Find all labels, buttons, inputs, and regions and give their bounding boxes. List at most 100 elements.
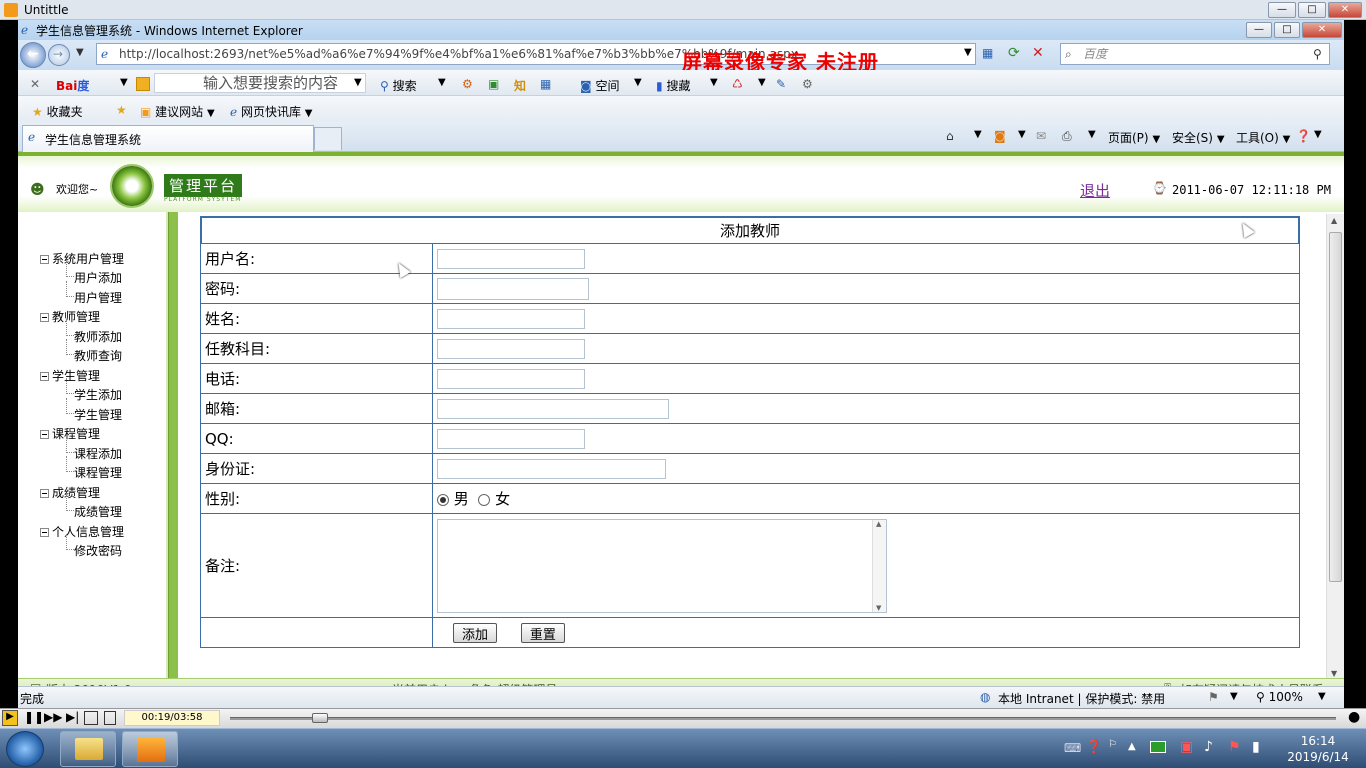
zoom-dropdown-icon[interactable]: ▼ (1318, 691, 1326, 702)
toolbar-calc-icon[interactable]: ▦ (540, 77, 551, 91)
ie-minimize-button[interactable]: — (1246, 22, 1272, 38)
keyboard-icon[interactable]: ⌨ (1064, 741, 1081, 755)
tray-flag-icon[interactable]: ⚑ (1228, 739, 1241, 755)
sidebar-item-course-manage[interactable]: 课程管理 (65, 456, 122, 481)
stop-icon[interactable]: ✕ (1032, 45, 1044, 61)
tray-volume-icon[interactable]: ♪ (1204, 739, 1213, 755)
tray-signal-icon[interactable]: ▮ (1252, 739, 1260, 755)
qq-input[interactable] (437, 428, 585, 449)
page-scrollbar[interactable]: ▲ ▼ (1326, 214, 1344, 680)
sidebar-divider[interactable] (168, 212, 178, 678)
compat-view-icon[interactable]: ▦ (982, 46, 993, 60)
toolbar-translate-icon[interactable]: ♺ (732, 77, 743, 91)
collapse-icon[interactable] (40, 528, 49, 537)
taskbar-recorder[interactable] (122, 731, 178, 767)
collapse-icon[interactable] (40, 430, 49, 439)
sidebar-group-system-users[interactable]: 系统用户管理 (40, 250, 124, 267)
help-dropdown-icon[interactable]: ▼ (1314, 129, 1322, 140)
tray-security-icon[interactable]: ▣ (1180, 739, 1193, 755)
mail-icon[interactable]: ✉ (1036, 129, 1046, 143)
subject-input[interactable] (437, 338, 585, 359)
refresh-icon[interactable]: ⟳ (1008, 45, 1020, 61)
address-dropdown-icon[interactable]: ▼ (964, 47, 972, 58)
scroll-up-icon[interactable]: ▲ (1331, 216, 1337, 225)
collapse-icon[interactable] (40, 489, 49, 498)
baidu-search-dropdown-icon[interactable]: ▼ (438, 77, 446, 88)
safety-menu[interactable]: 安全(S) ▼ (1172, 129, 1225, 146)
new-tab-button[interactable] (314, 127, 342, 150)
toolbar-close-icon[interactable]: ✕ (30, 77, 40, 91)
fast-forward-icon[interactable]: ▶▶ (44, 710, 62, 724)
sidebar-item-user-add[interactable]: 用户添加 (65, 261, 122, 286)
translate-dropdown-icon[interactable]: ▼ (758, 77, 766, 88)
collect-dropdown-icon[interactable]: ▼ (710, 77, 718, 88)
baidu-box-icon[interactable] (136, 77, 150, 91)
feeds-dropdown-icon[interactable]: ▼ (1018, 129, 1026, 140)
logout-link[interactable]: 退出 (1080, 180, 1110, 201)
gender-male-radio[interactable] (437, 493, 449, 506)
scroll-down-icon[interactable]: ▼ (1331, 669, 1337, 678)
protected-mode-icon[interactable]: ⚑ (1208, 690, 1219, 704)
minimize-button[interactable]: — (1268, 2, 1296, 18)
baidu-input-dropdown-icon[interactable]: ▼ (354, 77, 362, 88)
zone-text[interactable]: 本地 Intranet | 保护模式: 禁用 (998, 690, 1165, 707)
forward-icon[interactable]: → (48, 44, 70, 66)
pause-icon[interactable]: ❚❚ (24, 710, 44, 724)
toolbar-zhidao-icon[interactable]: 知 (514, 77, 526, 94)
sidebar-item-student-add[interactable]: 学生添加 (65, 378, 122, 403)
home-icon[interactable]: ⌂ (946, 129, 954, 143)
tray-help-icon[interactable]: ❓ (1086, 740, 1102, 755)
help-icon[interactable]: ❓ (1296, 129, 1311, 143)
sidebar-item-course-add[interactable]: 课程添加 (65, 437, 122, 462)
info-icon[interactable]: ● (1348, 709, 1360, 725)
tools-menu[interactable]: 工具(O) ▼ (1236, 129, 1290, 146)
pen-icon[interactable]: ✎ (776, 77, 786, 91)
play-icon[interactable]: ▶ (2, 710, 18, 726)
favorites-button[interactable]: ★ 收藏夹 (32, 103, 83, 120)
reset-button[interactable]: 重置 (520, 622, 565, 643)
taskbar-explorer[interactable] (60, 731, 116, 767)
add-button[interactable]: 添加 (453, 622, 498, 643)
baidu-logo-dropdown-icon[interactable]: ▼ (120, 77, 128, 88)
sidebar-group-profile[interactable]: 个人信息管理 (40, 523, 124, 540)
gender-female-label[interactable]: 女 (495, 490, 510, 508)
maximize-button[interactable]: □ (1298, 2, 1326, 18)
gender-female-radio[interactable] (478, 493, 491, 506)
remark-textarea[interactable]: ▲ ▼ (437, 518, 887, 613)
idcard-input[interactable] (437, 458, 666, 479)
progress-track[interactable] (230, 717, 1336, 720)
tray-network-app-icon[interactable] (1150, 741, 1166, 753)
ie-close-button[interactable]: ✕ (1302, 22, 1342, 38)
taskbar-clock[interactable]: 16:14 2019/6/14 (1278, 733, 1358, 765)
sidebar-item-change-password[interactable]: 修改密码 (65, 534, 122, 559)
page-menu[interactable]: 页面(P) ▼ (1108, 129, 1160, 146)
collect-button[interactable]: ▮ 搜藏 (656, 77, 690, 94)
baidu-search-button[interactable]: ⚲ 搜索 (380, 77, 417, 94)
add-favorite-icon[interactable]: ★ (116, 103, 127, 117)
end-icon[interactable]: ▶| (66, 710, 79, 724)
collapse-icon[interactable] (40, 372, 49, 381)
collapse-icon[interactable] (40, 255, 49, 264)
scroll-thumb[interactable] (1329, 232, 1342, 582)
password-input[interactable] (437, 277, 589, 300)
ie-maximize-button[interactable]: □ (1274, 22, 1300, 38)
sidebar-item-teacher-add[interactable]: 教师添加 (65, 320, 122, 345)
sidebar-item-student-manage[interactable]: 学生管理 (65, 398, 122, 423)
print-dropdown-icon[interactable]: ▼ (1088, 129, 1096, 140)
back-icon[interactable]: ← (20, 42, 46, 68)
sidebar-item-grade-manage[interactable]: 成绩管理 (65, 495, 122, 520)
collapse-icon[interactable] (40, 313, 49, 322)
zoom-button[interactable]: ⚲ 100% (1256, 690, 1303, 704)
fullscreen-icon[interactable] (84, 711, 98, 725)
tray-notify-icon[interactable]: ⚐ (1108, 739, 1117, 750)
search-box[interactable]: ⌕ 百度 ⚲ (1060, 43, 1330, 65)
start-button[interactable] (6, 731, 44, 767)
sidebar-item-teacher-query[interactable]: 教师查询 (65, 339, 122, 364)
gender-male-label[interactable]: 男 (454, 490, 469, 508)
tab-main[interactable]: ℯ 学生信息管理系统 (22, 125, 314, 152)
home-dropdown-icon[interactable]: ▼ (974, 129, 982, 140)
protected-mode-dropdown-icon[interactable]: ▼ (1230, 691, 1238, 702)
sidebar-item-user-manage[interactable]: 用户管理 (65, 281, 122, 306)
tray-expand-icon[interactable]: ▲ (1128, 741, 1136, 752)
email-input[interactable] (437, 398, 669, 419)
